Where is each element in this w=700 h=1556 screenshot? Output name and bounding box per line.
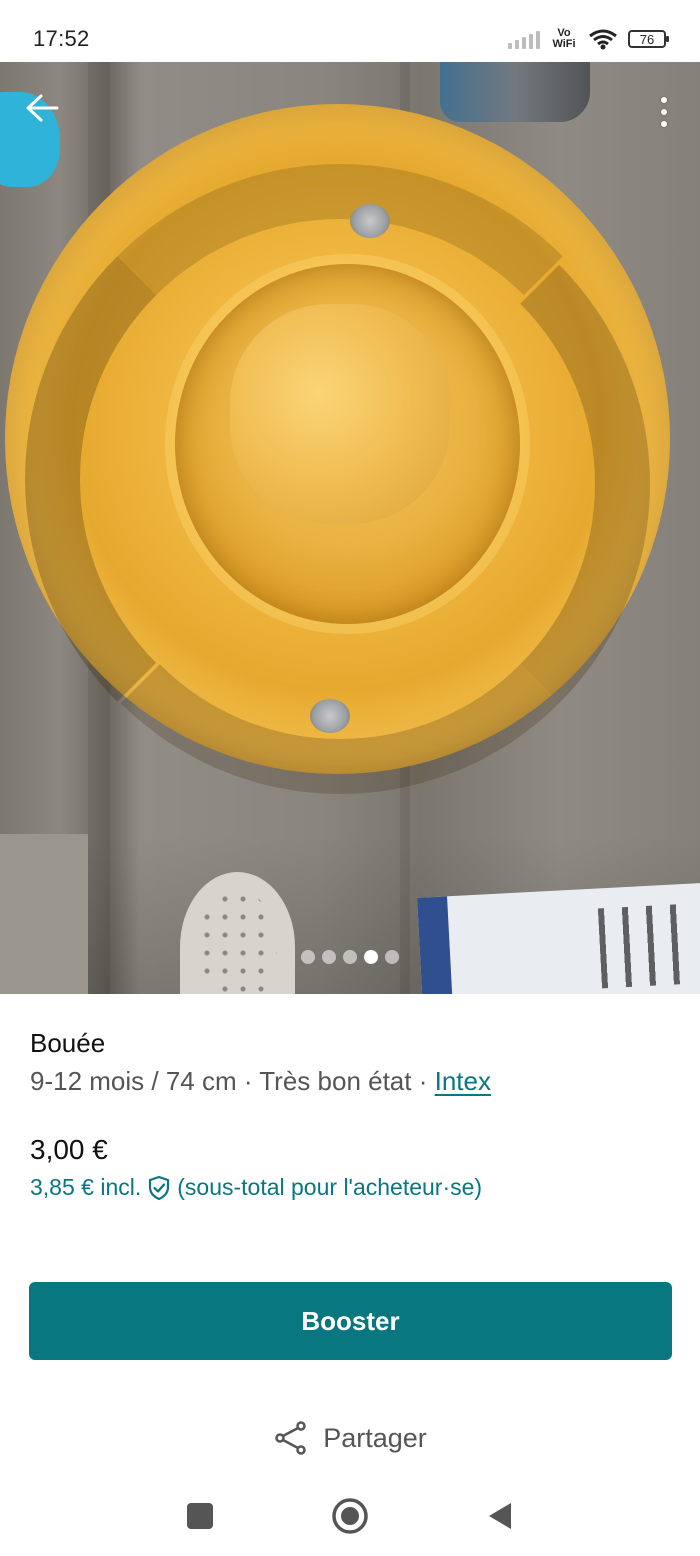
product-box xyxy=(417,882,700,994)
gallery-dot[interactable] xyxy=(385,950,399,964)
system-nav-bar xyxy=(0,1476,700,1556)
item-title: Bouée xyxy=(30,1028,106,1058)
status-icons: Vo WiFi 76 xyxy=(508,24,669,54)
recents-button[interactable] xyxy=(180,1496,220,1536)
price-incl-value: 3,85 € incl. xyxy=(30,1174,142,1200)
system-back-button[interactable] xyxy=(480,1496,520,1536)
arrow-left-icon xyxy=(26,94,59,122)
triangle-back-icon xyxy=(489,1503,511,1529)
background-object xyxy=(440,62,590,122)
gallery-dot-active[interactable] xyxy=(364,950,378,964)
status-time: 17:52 xyxy=(33,26,90,51)
battery-level: 76 xyxy=(639,31,655,47)
status-bar: 17:52 Vo WiFi 76 xyxy=(0,0,700,62)
square-icon xyxy=(187,1503,213,1529)
booster-button[interactable]: Booster xyxy=(29,1282,672,1360)
price-including-protection[interactable]: 3,85 € incl. (sous-total pour l'acheteur… xyxy=(30,1174,482,1201)
signal-icon xyxy=(508,29,540,49)
valve xyxy=(310,699,350,733)
share-icon xyxy=(275,1421,306,1455)
brand-link[interactable]: Intex xyxy=(435,1066,491,1096)
item-price: 3,00 € xyxy=(30,1134,108,1165)
back-button[interactable] xyxy=(20,86,64,130)
floor-slab xyxy=(0,834,88,994)
gallery-indicator xyxy=(0,950,700,964)
gallery-dot[interactable] xyxy=(322,950,336,964)
more-vertical-icon xyxy=(661,97,667,103)
wifi-icon xyxy=(589,29,617,50)
swim-ring xyxy=(5,104,670,794)
share-label: Partager xyxy=(323,1422,427,1453)
product-photo[interactable] xyxy=(0,62,700,994)
home-button[interactable] xyxy=(330,1496,370,1536)
price-incl-note: (sous-total pour l'acheteur·se) xyxy=(177,1174,483,1200)
swim-ring-fold xyxy=(230,304,450,524)
circle-icon xyxy=(332,1498,368,1534)
more-options-button[interactable] xyxy=(648,86,680,138)
item-details-text: 9-12 mois / 74 cm · Très bon état · xyxy=(30,1066,435,1096)
shield-check-icon xyxy=(149,1175,170,1200)
valve xyxy=(350,204,390,238)
gallery-dot[interactable] xyxy=(301,950,315,964)
item-details: 9-12 mois / 74 cm · Très bon état · Inte… xyxy=(30,1066,491,1097)
gallery-dot[interactable] xyxy=(343,950,357,964)
battery-icon: 76 xyxy=(628,30,669,48)
share-button[interactable]: Partager xyxy=(0,1420,700,1456)
vowifi-label: Vo WiFi xyxy=(552,27,576,50)
